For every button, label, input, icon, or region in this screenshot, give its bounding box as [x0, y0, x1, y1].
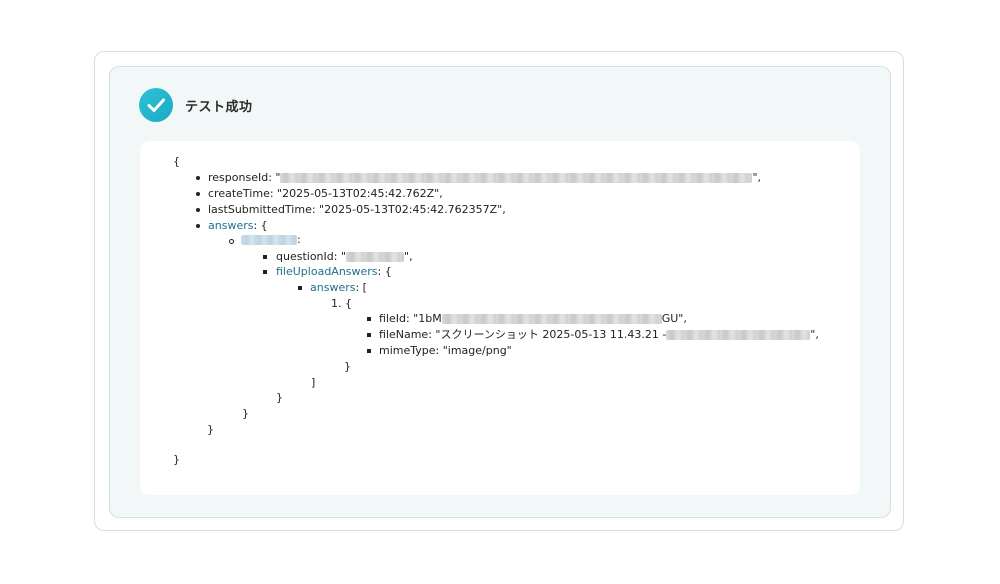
json-close-file-upload: } — [276, 391, 283, 404]
bullet-icon — [298, 286, 302, 290]
file-upload-answers-key-link[interactable]: fileUploadAnswers — [276, 265, 378, 278]
json-close-root: } — [173, 453, 180, 466]
json-file-name: fileName: "スクリーンショット 2025-05-13 11.43.21… — [379, 328, 819, 341]
json-close-array: ] — [311, 376, 316, 389]
bullet-icon — [263, 270, 267, 274]
json-response-id: responseId: " ", — [208, 171, 762, 184]
json-mime-type: mimeType: "image/png" — [379, 344, 512, 357]
check-circle-icon — [139, 88, 173, 122]
bullet-icon — [367, 317, 371, 321]
bullet-icon — [367, 349, 371, 353]
status-title: テスト成功 — [185, 100, 253, 115]
inner-answers-key-link[interactable]: answers — [310, 281, 355, 294]
json-open-brace: { — [173, 155, 180, 168]
redacted-value — [666, 330, 811, 340]
redacted-value — [441, 314, 662, 324]
json-question-entry: : — [241, 233, 301, 247]
redacted-value — [346, 252, 405, 262]
json-close-item: } — [344, 360, 351, 373]
json-array-item-open: 1. { — [331, 297, 352, 310]
json-file-upload-answers[interactable]: fileUploadAnswers: { — [276, 265, 392, 279]
json-close-question: } — [242, 407, 249, 420]
bullet-icon — [229, 239, 234, 244]
bullet-icon — [196, 192, 200, 196]
json-inner-answers[interactable]: answers: [ — [310, 281, 367, 295]
answers-key-link[interactable]: answers — [208, 219, 253, 232]
bullet-icon — [263, 255, 267, 259]
bullet-icon — [196, 176, 200, 180]
json-question-id: questionId: " ", — [276, 250, 413, 263]
bullet-icon — [196, 224, 200, 228]
bullet-icon — [196, 208, 200, 212]
json-create-time: createTime: "2025-05-13T02:45:42.762Z", — [208, 187, 443, 200]
redacted-value — [280, 173, 753, 183]
json-last-submitted-time: lastSubmittedTime: "2025-05-13T02:45:42.… — [208, 203, 506, 216]
json-answers[interactable]: answers: { — [208, 219, 268, 233]
json-file-id: fileId: "1bM GU", — [379, 312, 687, 325]
json-close-answers: } — [207, 423, 214, 436]
bullet-icon — [367, 333, 371, 337]
redacted-key — [241, 235, 297, 245]
